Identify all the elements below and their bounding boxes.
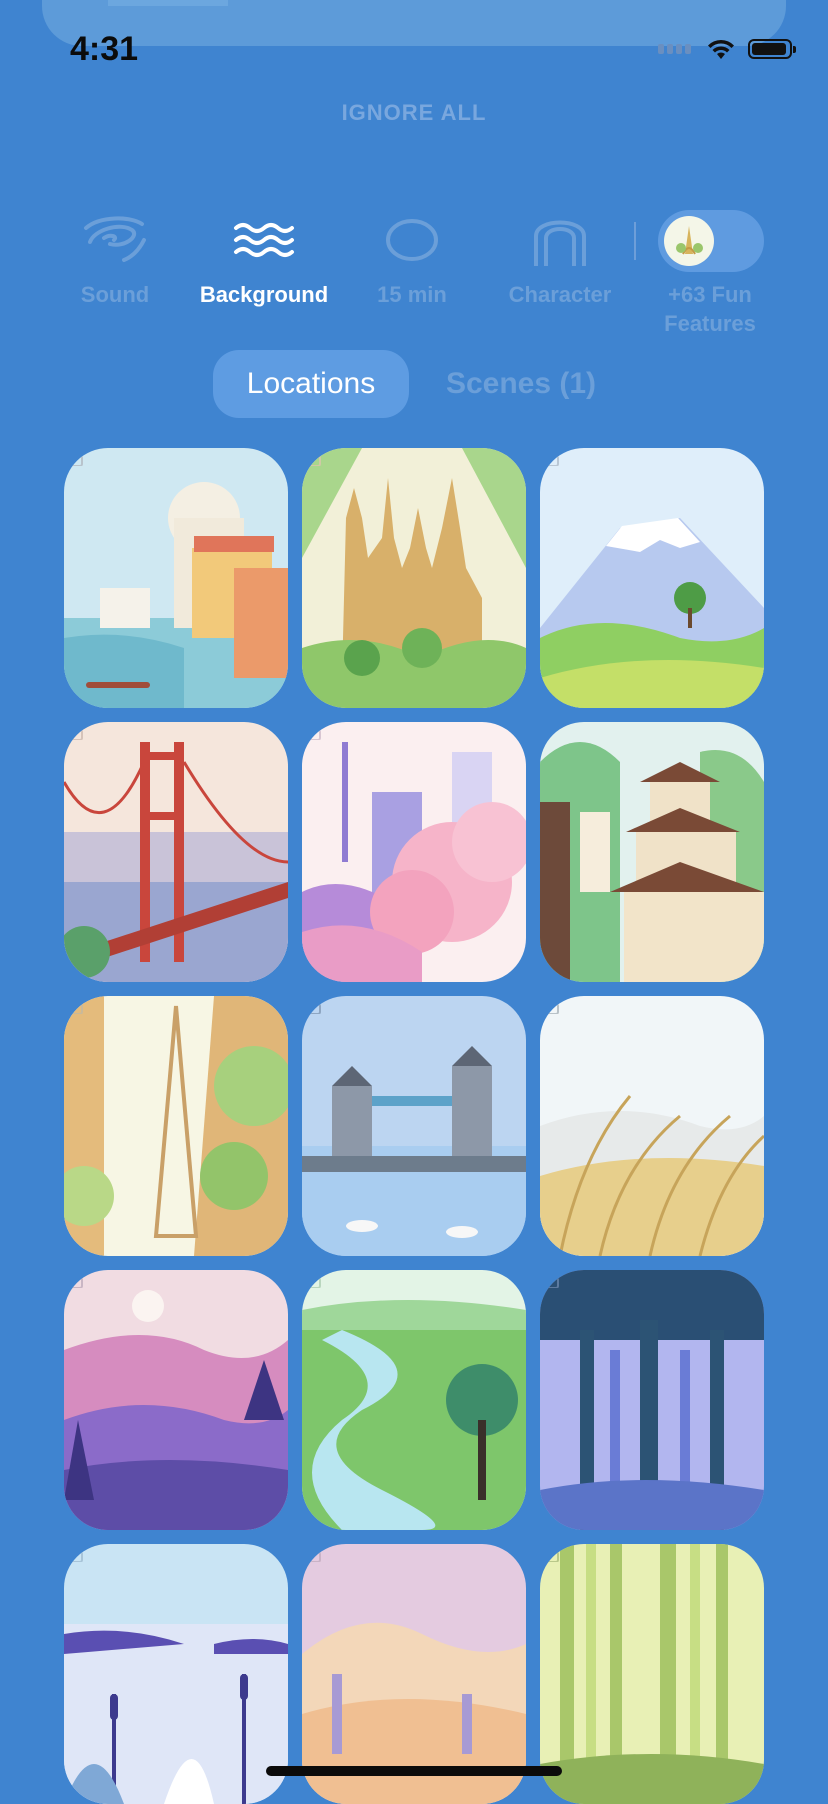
lock-icon (303, 448, 321, 466)
lock-icon (65, 448, 83, 466)
lock-icon (65, 1270, 83, 1288)
lock-icon (303, 1270, 321, 1288)
lock-icon (303, 722, 321, 740)
tool-sound-label: Sound (80, 282, 150, 307)
tile-barcelona-sagrada-familia[interactable] (302, 448, 526, 708)
lock-icon (541, 448, 559, 466)
tile-venice[interactable] (64, 448, 288, 708)
lock-icon (541, 1544, 559, 1562)
lock-icon (65, 722, 83, 740)
status-bar: 4:31 (0, 0, 828, 100)
status-icons (658, 38, 796, 60)
tile-bamboo-forest[interactable] (540, 1544, 764, 1804)
tool-character-label: Character (508, 282, 612, 307)
tool-character[interactable]: Character (485, 200, 635, 309)
timer-circle-icon (386, 219, 438, 261)
lock-icon (541, 1270, 559, 1288)
tile-lake-cattails[interactable] (64, 1544, 288, 1804)
tool-background[interactable]: Background (189, 200, 339, 309)
lock-icon (65, 1544, 83, 1562)
sound-wave-icon (84, 216, 146, 262)
tile-mount-fuji[interactable] (540, 448, 764, 708)
status-time: 4:31 (70, 30, 139, 68)
tile-tower-bridge-london[interactable] (302, 996, 526, 1256)
tile-green-river-valley[interactable] (302, 1270, 526, 1530)
tile-eiffel-tower-street[interactable] (64, 996, 288, 1256)
tool-timer-label: 15 min (377, 282, 447, 307)
home-indicator[interactable] (266, 1766, 562, 1776)
tool-fun-features-label: +63 Fun Features (664, 282, 756, 336)
lock-icon (303, 996, 321, 1014)
toolbar-divider (634, 222, 636, 260)
character-icon (534, 220, 586, 266)
battery-icon (748, 39, 796, 59)
ignore-all-button[interactable]: IGNORE ALL (0, 100, 828, 126)
cellular-signal-icon (658, 44, 694, 54)
tile-desert-dunes[interactable] (302, 1544, 526, 1804)
segment-scenes[interactable]: Scenes (1) (431, 350, 611, 418)
wifi-icon (708, 39, 734, 59)
lock-icon (303, 1544, 321, 1562)
eiffel-tower-icon (664, 216, 714, 266)
tool-timer[interactable]: 15 min (337, 200, 487, 309)
tile-golden-gate-bridge[interactable] (64, 722, 288, 982)
lock-icon (541, 996, 559, 1014)
tile-golden-grass-field[interactable] (540, 996, 764, 1256)
segment-locations[interactable]: Locations (213, 350, 409, 418)
tile-blue-forest[interactable] (540, 1270, 764, 1530)
tile-purple-mountains[interactable] (64, 1270, 288, 1530)
fun-features-toggle[interactable] (658, 210, 764, 272)
tile-japanese-pagoda[interactable] (540, 722, 764, 982)
tool-background-label: Background (199, 282, 329, 307)
waves-icon (234, 223, 294, 257)
lock-icon (65, 996, 83, 1014)
tool-sound[interactable]: Sound (40, 200, 190, 309)
tile-tokyo-cherry-blossom[interactable] (302, 722, 526, 982)
